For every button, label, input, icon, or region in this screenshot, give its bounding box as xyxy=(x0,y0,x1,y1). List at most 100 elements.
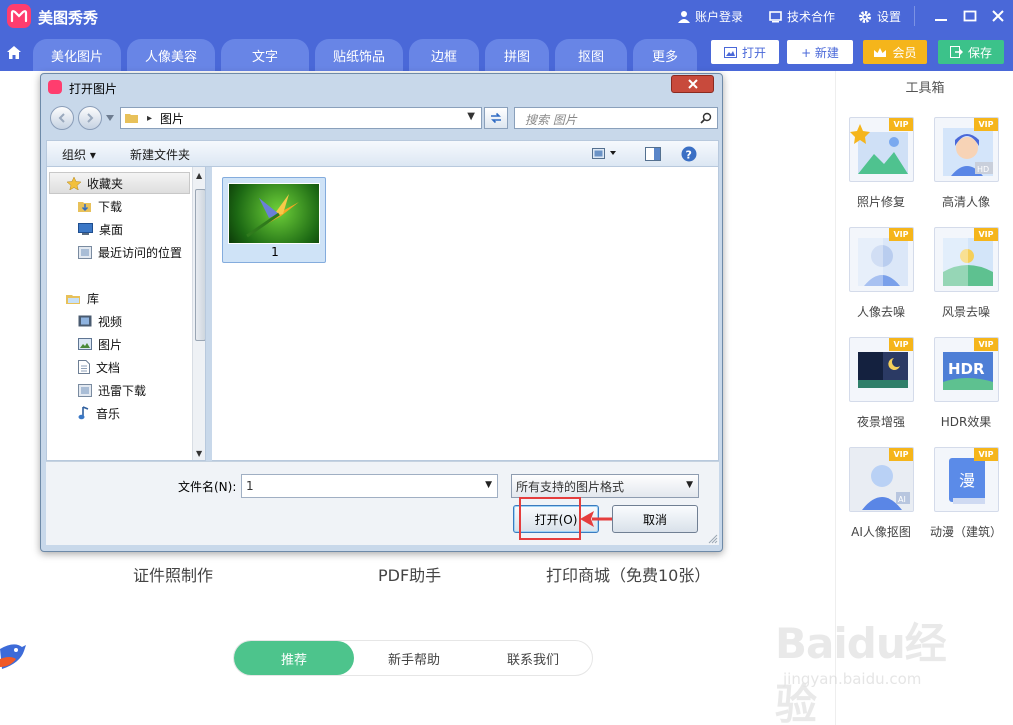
file-list-pane: 1 xyxy=(212,167,719,461)
tool-thumb: VIP xyxy=(849,227,914,292)
minimize-icon xyxy=(935,19,947,21)
dialog-cancel-button[interactable]: 取消 xyxy=(612,505,698,533)
scrollbar-thumb[interactable] xyxy=(195,189,205,341)
video-icon xyxy=(78,315,92,327)
feature-print-mall[interactable]: 打印商城（免费10张） xyxy=(546,562,710,586)
vip-badge: VIP xyxy=(889,448,913,461)
feature-id-photo[interactable]: 证件照制作 xyxy=(133,562,213,586)
tab-collage[interactable]: 拼图 xyxy=(485,39,549,71)
account-login-button[interactable]: 账户登录 xyxy=(678,8,743,25)
tool-hd-portrait[interactable]: HD VIP 高清人像 xyxy=(921,117,1001,222)
tab-text[interactable]: 文字 xyxy=(221,39,309,71)
tab-beautify[interactable]: 美化图片 xyxy=(33,39,121,71)
tool-ai-cutout[interactable]: AI VIP AI人像抠图 xyxy=(836,447,916,552)
meitu-window: 美图秀秀 账户登录 技术合作 设置 美化图片 人像美容 文字 贴纸饰品 边框 拼… xyxy=(0,0,1013,725)
gear-icon xyxy=(859,10,871,23)
maximize-button[interactable] xyxy=(961,7,979,25)
command-bar: 组织 ▾ 新建文件夹 ? xyxy=(46,140,719,167)
tab-more[interactable]: 更多 xyxy=(633,39,697,71)
close-button[interactable] xyxy=(989,7,1007,25)
view-options-icon[interactable] xyxy=(592,148,618,159)
nav-recent[interactable]: 最近访问的位置 xyxy=(47,241,182,263)
tool-photo-repair[interactable]: VIP 照片修复 xyxy=(836,117,916,222)
scroll-up-icon[interactable]: ▲ xyxy=(196,171,202,180)
address-bar[interactable]: ▸ 图片 ▼ xyxy=(120,107,482,129)
organize-menu[interactable]: 组织 ▾ xyxy=(62,146,96,163)
tab-recommend[interactable]: 推荐 xyxy=(234,641,354,675)
scroll-down-icon[interactable]: ▼ xyxy=(196,449,202,458)
tab-frames[interactable]: 边框 xyxy=(409,39,479,71)
tool-thumb: HD VIP xyxy=(934,117,999,182)
nav-library[interactable]: 库 xyxy=(47,287,99,309)
app-logo-icon xyxy=(48,80,62,94)
back-button[interactable] xyxy=(50,106,74,130)
tool-anime-building[interactable]: 漫 VIP 动漫（建筑） xyxy=(921,447,1002,552)
nav-scrollbar[interactable]: ▲ ▼ xyxy=(192,167,205,460)
tool-portrait-denoise[interactable]: VIP 人像去噪 xyxy=(836,227,916,332)
tool-night-enhance[interactable]: VIP 夜景增强 xyxy=(836,337,916,442)
nav-desktop[interactable]: 桌面 xyxy=(47,218,123,240)
pictures-icon xyxy=(78,338,92,350)
filename-dropdown-icon[interactable]: ▼ xyxy=(485,480,492,490)
minimize-button[interactable] xyxy=(932,7,950,25)
search-icon xyxy=(700,112,712,124)
nav-documents[interactable]: 文档 xyxy=(47,356,120,378)
nav-music[interactable]: 音乐 xyxy=(47,402,120,424)
baidu-watermark: Baidu经验 jingyan.baidu.com xyxy=(775,610,985,725)
help-icon[interactable]: ? xyxy=(681,146,697,162)
vip-badge: VIP xyxy=(974,228,998,241)
settings-label: 设置 xyxy=(877,10,902,24)
feature-pdf-helper[interactable]: PDF助手 xyxy=(378,562,441,586)
dialog-title: 打开图片 xyxy=(69,82,118,96)
tool-thumb: AI VIP xyxy=(849,447,914,512)
file-item[interactable]: 1 xyxy=(222,177,326,263)
titlebar-divider xyxy=(914,6,915,26)
nav-downloads[interactable]: 下载 xyxy=(47,195,122,217)
open-button[interactable]: 打开 xyxy=(711,40,779,64)
tab-newbie-help[interactable]: 新手帮助 xyxy=(354,641,474,675)
filetype-dropdown-icon: ▼ xyxy=(686,480,693,490)
new-button[interactable]: + 新建 xyxy=(787,40,853,64)
library-icon xyxy=(66,294,80,304)
home-button[interactable] xyxy=(0,33,27,71)
tech-cooperation-label: 技术合作 xyxy=(787,10,836,24)
bottom-tab-group: 推荐 新手帮助 联系我们 xyxy=(233,640,593,676)
settings-button[interactable]: 设置 xyxy=(858,8,901,25)
filetype-select[interactable]: 所有支持的图片格式 ▼ xyxy=(511,474,699,498)
tool-label: 人像去噪 xyxy=(856,305,905,319)
save-button[interactable]: 保存 xyxy=(938,40,1004,64)
refresh-button[interactable] xyxy=(484,107,508,129)
tech-cooperation-button[interactable]: 技术合作 xyxy=(769,8,835,25)
nav-videos[interactable]: 视频 xyxy=(47,310,122,332)
new-folder-button[interactable]: 新建文件夹 xyxy=(130,146,190,163)
filename-input[interactable]: 1 ▼ xyxy=(241,474,498,498)
dialog-title-bar[interactable]: 打开图片 xyxy=(41,74,722,100)
address-dropdown-icon[interactable]: ▼ xyxy=(467,111,475,122)
crown-icon xyxy=(874,47,887,57)
title-bar: 美图秀秀 账户登录 技术合作 设置 xyxy=(0,0,1013,33)
tab-stickers[interactable]: 贴纸饰品 xyxy=(315,39,403,71)
resize-grip-icon[interactable] xyxy=(708,534,718,544)
tab-contact-us[interactable]: 联系我们 xyxy=(474,641,592,675)
tool-landscape-denoise[interactable]: VIP 风景去噪 xyxy=(921,227,1001,332)
nav-thunder-downloads[interactable]: 迅雷下载 xyxy=(47,379,146,401)
vip-button[interactable]: 会员 xyxy=(863,40,927,64)
home-icon xyxy=(6,45,21,59)
dialog-close-button[interactable] xyxy=(671,75,714,93)
close-icon xyxy=(687,79,698,89)
app-logo xyxy=(7,4,31,28)
chevron-down-icon[interactable] xyxy=(106,115,114,121)
toolbox-title: 工具箱 xyxy=(905,81,945,96)
arrow-right-icon xyxy=(87,113,94,123)
tab-portrait[interactable]: 人像美容 xyxy=(127,39,215,71)
nav-pictures[interactable]: 图片 xyxy=(47,333,122,355)
tool-hdr-effect[interactable]: HDR VIP HDR效果 xyxy=(921,337,1001,442)
preview-pane-icon[interactable] xyxy=(645,147,661,161)
forward-button[interactable] xyxy=(78,106,102,130)
navigation-pane: 收藏夹 下载 桌面 最近访问的位置 库 视频 图片 文档 迅雷下载 音乐 ▲ ▼ xyxy=(46,167,206,461)
search-input[interactable]: 搜索 图片 xyxy=(514,107,718,129)
tool-thumb: VIP xyxy=(849,337,914,402)
nav-favorites[interactable]: 收藏夹 xyxy=(49,172,190,194)
tab-cutout[interactable]: 抠图 xyxy=(555,39,627,71)
tool-thumb: VIP xyxy=(934,227,999,292)
